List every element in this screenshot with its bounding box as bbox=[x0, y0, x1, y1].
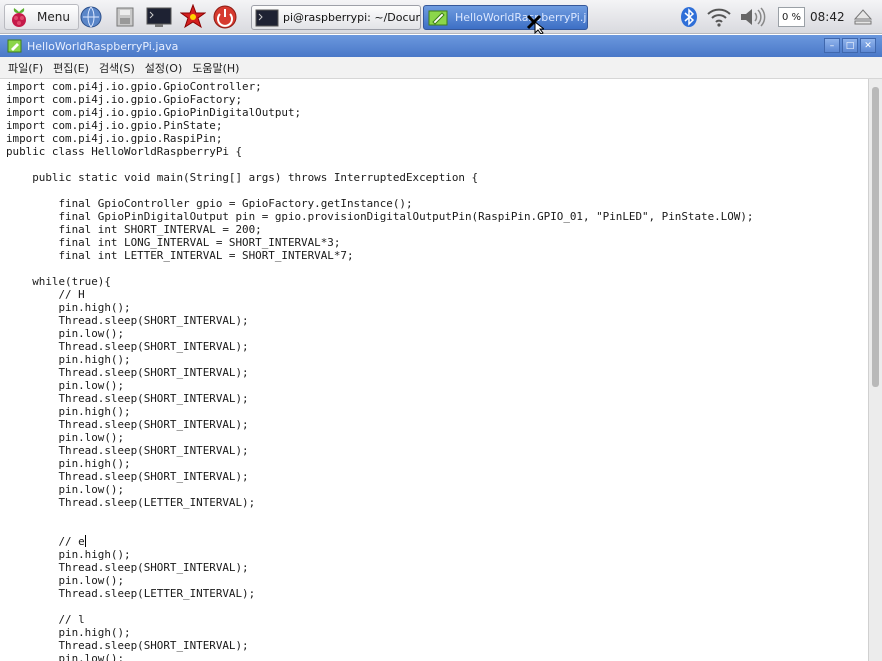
code-line[interactable]: pin.low(); bbox=[6, 652, 868, 661]
code-line[interactable]: final int SHORT_INTERVAL = 200; bbox=[6, 223, 868, 236]
code-line[interactable]: pin.high(); bbox=[6, 457, 868, 470]
code-line[interactable]: Thread.sleep(SHORT_INTERVAL); bbox=[6, 366, 868, 379]
code-line[interactable]: ​ bbox=[6, 158, 868, 171]
code-line[interactable]: ​ bbox=[6, 262, 868, 275]
menu-bar: 파일(F) 편집(E) 검색(S) 설정(O) 도움말(H) bbox=[0, 57, 882, 79]
terminal-icon bbox=[255, 9, 279, 26]
code-line[interactable]: Thread.sleep(SHORT_INTERVAL); bbox=[6, 561, 868, 574]
cpu-usage-monitor[interactable]: 0 % bbox=[778, 7, 805, 27]
code-editor[interactable]: import com.pi4j.io.gpio.GpioController; i… bbox=[0, 79, 868, 661]
menu-help[interactable]: 도움말(H) bbox=[192, 60, 239, 76]
code-line[interactable]: pin.high(); bbox=[6, 548, 868, 561]
cpu-usage-label: 0 % bbox=[781, 11, 802, 23]
code-line[interactable]: ​ bbox=[6, 509, 868, 522]
code-line[interactable]: import com.pi4j.io.gpio.GpioController; bbox=[6, 80, 868, 93]
bluetooth-icon[interactable] bbox=[680, 5, 698, 29]
file-manager-icon[interactable] bbox=[112, 4, 138, 30]
code-line[interactable]: ​ bbox=[6, 522, 868, 535]
code-line[interactable]: pin.low(); bbox=[6, 574, 868, 587]
volume-icon[interactable] bbox=[738, 5, 768, 29]
code-line[interactable]: final GpioPinDigitalOutput pin = gpio.pr… bbox=[6, 210, 868, 223]
code-line[interactable]: // l bbox=[6, 613, 868, 626]
code-line[interactable]: public class HelloWorldRaspberryPi { bbox=[6, 145, 868, 158]
code-line[interactable]: import com.pi4j.io.gpio.PinState; bbox=[6, 119, 868, 132]
web-browser-icon[interactable] bbox=[78, 4, 104, 30]
code-line[interactable]: Thread.sleep(SHORT_INTERVAL); bbox=[6, 470, 868, 483]
code-line[interactable]: while(true){ bbox=[6, 275, 868, 288]
code-line[interactable]: ​ bbox=[6, 600, 868, 613]
code-line[interactable]: Thread.sleep(SHORT_INTERVAL); bbox=[6, 444, 868, 457]
raspberry-pi-logo-icon bbox=[12, 8, 26, 27]
text-cursor bbox=[84, 535, 86, 547]
menu-search[interactable]: 검색(S) bbox=[99, 60, 135, 76]
text-editor-icon bbox=[428, 10, 448, 25]
terminal-icon[interactable] bbox=[146, 4, 172, 30]
scrollbar-thumb[interactable] bbox=[872, 87, 879, 387]
code-line[interactable]: Thread.sleep(SHORT_INTERVAL); bbox=[6, 314, 868, 327]
text-editor-icon bbox=[7, 39, 22, 53]
vertical-scrollbar[interactable] bbox=[868, 79, 882, 661]
menu-edit[interactable]: 편집(E) bbox=[53, 60, 89, 76]
mouse-cursor-icon bbox=[526, 14, 544, 34]
maximize-button[interactable]: □ bbox=[842, 38, 858, 53]
taskbar: Menu pi@raspberrypi: ~/Docume... HelloWo… bbox=[0, 0, 882, 34]
code-line[interactable]: final int LONG_INTERVAL = SHORT_INTERVAL… bbox=[6, 236, 868, 249]
menu-settings[interactable]: 설정(O) bbox=[145, 60, 182, 76]
wifi-icon[interactable] bbox=[706, 5, 732, 29]
task-editor-label: HelloWorldRaspberryPi.java bbox=[455, 11, 587, 24]
menu-file[interactable]: 파일(F) bbox=[8, 60, 43, 76]
menu-label: Menu bbox=[37, 10, 70, 24]
code-line[interactable]: import com.pi4j.io.gpio.RaspiPin; bbox=[6, 132, 868, 145]
window-titlebar[interactable]: HelloWorldRaspberryPi.java – □ ✕ bbox=[0, 35, 882, 57]
code-line[interactable]: pin.high(); bbox=[6, 301, 868, 314]
clock[interactable]: 08:42 bbox=[810, 10, 845, 24]
code-line[interactable]: pin.low(); bbox=[6, 431, 868, 444]
code-line[interactable]: ​ bbox=[6, 184, 868, 197]
code-line[interactable]: Thread.sleep(SHORT_INTERVAL); bbox=[6, 639, 868, 652]
code-line[interactable]: import com.pi4j.io.gpio.GpioPinDigitalOu… bbox=[6, 106, 868, 119]
code-line[interactable]: pin.high(); bbox=[6, 626, 868, 639]
menu-button[interactable]: Menu bbox=[4, 4, 79, 30]
code-line[interactable]: Thread.sleep(SHORT_INTERVAL); bbox=[6, 340, 868, 353]
task-terminal-label: pi@raspberrypi: ~/Docume... bbox=[283, 11, 420, 24]
close-button[interactable]: ✕ bbox=[860, 38, 876, 53]
window-title: HelloWorldRaspberryPi.java bbox=[27, 39, 179, 53]
code-line[interactable]: Thread.sleep(SHORT_INTERVAL); bbox=[6, 418, 868, 431]
code-line[interactable]: Thread.sleep(LETTER_INTERVAL); bbox=[6, 496, 868, 509]
code-line[interactable]: pin.low(); bbox=[6, 379, 868, 392]
code-line[interactable]: pin.high(); bbox=[6, 353, 868, 366]
code-line[interactable]: import com.pi4j.io.gpio.GpioFactory; bbox=[6, 93, 868, 106]
code-text[interactable]: import com.pi4j.io.gpio.GpioController; i… bbox=[0, 79, 868, 661]
code-line[interactable]: final GpioController gpio = GpioFactory.… bbox=[6, 197, 868, 210]
code-line[interactable]: Thread.sleep(SHORT_INTERVAL); bbox=[6, 392, 868, 405]
code-line[interactable]: public static void main(String[] args) t… bbox=[6, 171, 868, 184]
code-line[interactable]: pin.low(); bbox=[6, 483, 868, 496]
math-kernel-icon[interactable] bbox=[180, 4, 206, 30]
shutdown-icon[interactable] bbox=[212, 4, 238, 30]
code-line[interactable]: // e bbox=[6, 535, 868, 548]
eject-icon[interactable] bbox=[852, 8, 874, 26]
code-line[interactable]: Thread.sleep(LETTER_INTERVAL); bbox=[6, 587, 868, 600]
minimize-button[interactable]: – bbox=[824, 38, 840, 53]
task-editor[interactable]: HelloWorldRaspberryPi.java bbox=[423, 5, 588, 30]
task-terminal[interactable]: pi@raspberrypi: ~/Docume... bbox=[251, 5, 421, 30]
code-line[interactable]: final int LETTER_INTERVAL = SHORT_INTERV… bbox=[6, 249, 868, 262]
code-line[interactable]: pin.high(); bbox=[6, 405, 868, 418]
code-line[interactable]: // H bbox=[6, 288, 868, 301]
code-line[interactable]: pin.low(); bbox=[6, 327, 868, 340]
